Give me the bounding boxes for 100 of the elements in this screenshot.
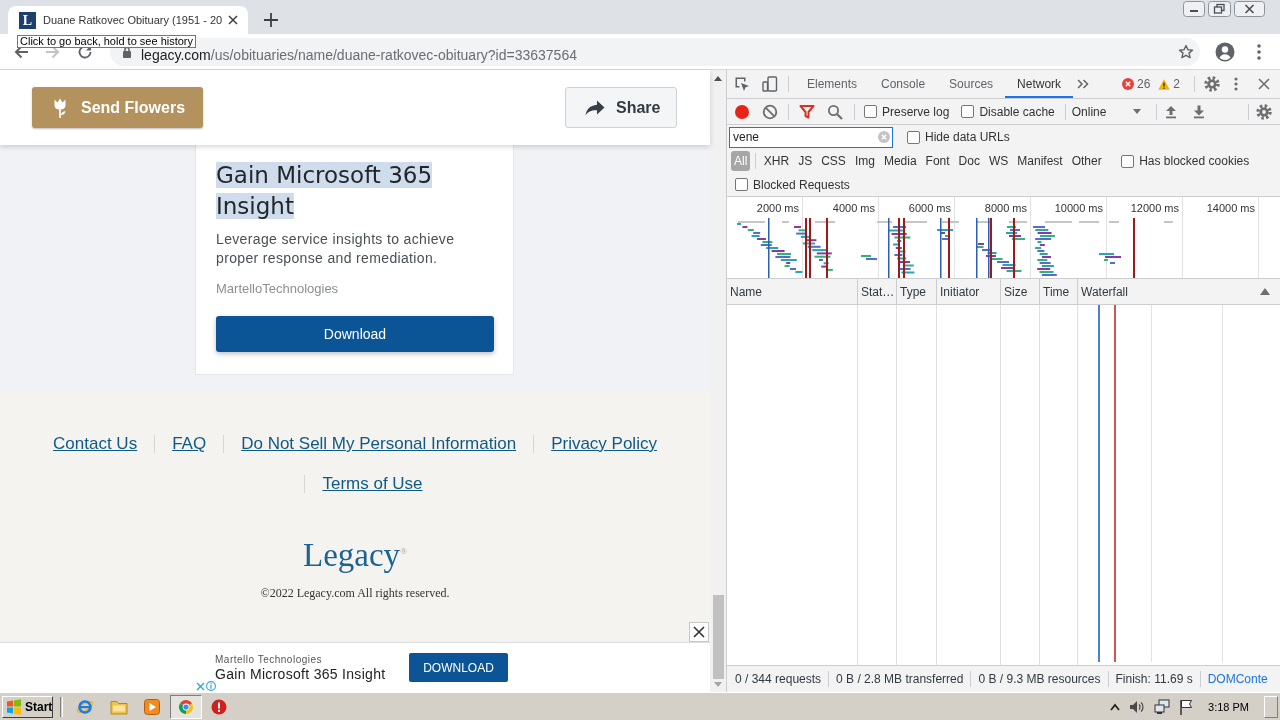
windows-logo-icon — [6, 698, 22, 715]
filter-icon[interactable] — [799, 103, 815, 120]
taskbar-button[interactable] — [169, 694, 202, 719]
time-tick-label: 2000 ms — [756, 202, 799, 214]
checkbox[interactable] — [735, 178, 748, 191]
record-icon[interactable] — [734, 103, 750, 120]
menu-icon[interactable] — [1257, 43, 1261, 60]
time-tick-label: 6000 ms — [908, 202, 951, 214]
checkbox[interactable] — [864, 105, 877, 118]
sort-icon[interactable] — [1260, 288, 1270, 295]
type-filter-button[interactable]: Manifest — [1012, 152, 1068, 170]
error-icon[interactable] — [1121, 78, 1134, 90]
close-ad-button[interactable] — [689, 622, 709, 642]
time-tick-label: 8000 ms — [984, 202, 1027, 214]
alert-icon — [211, 698, 227, 715]
close-icon[interactable] — [1258, 78, 1270, 90]
type-filter-button[interactable]: Media — [879, 152, 922, 170]
checkbox[interactable] — [1121, 154, 1135, 168]
browser-tab[interactable]: L Duane Ratkovec Obituary (1951 - 20 — [8, 6, 248, 34]
time-tick-label: 10000 ms — [1054, 202, 1103, 214]
round-browser-icon — [177, 698, 194, 715]
checkbox-label[interactable]: Blocked Requests — [753, 177, 850, 192]
type-filter-button[interactable]: JS — [793, 152, 817, 170]
ad-sponsor: MartelloTechnologies — [216, 281, 340, 296]
speaker-icon[interactable] — [1129, 699, 1146, 714]
minimize-icon[interactable] — [1183, 1, 1205, 17]
type-filter-button[interactable]: Font — [921, 152, 955, 170]
info-icon[interactable] — [206, 681, 216, 691]
device-icon[interactable] — [762, 76, 778, 92]
close-tab-icon[interactable] — [228, 15, 238, 25]
ad-title: Gain Microsoft 365 Insight — [215, 665, 387, 682]
time-tick-label: 14000 ms — [1206, 202, 1255, 214]
column-header[interactable]: Name — [727, 279, 858, 304]
settings-icon[interactable] — [1256, 103, 1272, 120]
show-desktop-button[interactable] — [1264, 695, 1278, 718]
scrollbar-thumb[interactable] — [712, 595, 724, 679]
share-button[interactable]: Share — [565, 87, 677, 128]
bookmark-star-icon[interactable] — [1178, 43, 1194, 60]
search-icon[interactable] — [827, 103, 843, 120]
lock-icon[interactable] — [121, 45, 133, 58]
download-button[interactable]: Download — [216, 316, 494, 352]
time-tick-label: 4000 ms — [832, 202, 875, 214]
type-filter-button[interactable]: XHR — [759, 152, 794, 170]
footer-link[interactable]: Privacy Policy — [551, 434, 657, 454]
checkbox-label[interactable]: Preserve log — [882, 104, 950, 119]
type-filter-button[interactable]: Doc — [954, 152, 985, 170]
throttling-dropdown[interactable]: Online — [1065, 104, 1144, 119]
more-options-icon[interactable] — [1234, 77, 1238, 91]
more-tabs-icon[interactable] — [1077, 79, 1090, 89]
footer-link[interactable]: Contact Us — [53, 434, 138, 454]
legacy-logo[interactable]: Legacy$^{®}$ — [303, 532, 407, 574]
footer-link[interactable]: Terms of Use — [322, 474, 423, 494]
ad-close-icon[interactable] — [196, 681, 205, 691]
footer-link[interactable]: FAQ — [172, 434, 207, 454]
tray-expand-icon[interactable] — [1110, 702, 1121, 711]
devtools-tab[interactable]: Network — [1005, 70, 1074, 98]
devtools-tab[interactable]: Elements — [795, 70, 870, 98]
clear-icon[interactable] — [762, 103, 778, 120]
devtools-tab[interactable]: Console — [869, 70, 938, 98]
network-icon[interactable] — [1154, 698, 1171, 715]
checkbox[interactable] — [907, 130, 920, 144]
clear-input-icon[interactable] — [878, 131, 890, 143]
status-text: 0 B / 9.3 MB resources — [978, 672, 1101, 686]
column-header[interactable]: Size — [1001, 279, 1040, 304]
warning-count[interactable]: 2 — [1173, 77, 1180, 91]
tooltip: Click to go back, hold to see history — [17, 35, 197, 48]
type-filter-button[interactable]: CSS — [816, 152, 851, 170]
profile-icon[interactable] — [1215, 41, 1235, 62]
inspect-icon[interactable] — [734, 76, 750, 92]
checkbox-label[interactable]: Disable cache — [979, 104, 1055, 119]
flag-icon[interactable] — [1179, 698, 1194, 715]
checkbox-label[interactable]: Hide data URLs — [925, 130, 1010, 144]
copyright-text: ©2022 Legacy.com All rights reserved. — [260, 586, 450, 601]
checkbox-label[interactable]: Has blocked cookies — [1139, 154, 1250, 168]
flower-icon — [53, 97, 67, 118]
close-icon — [693, 626, 705, 638]
type-filter-button[interactable]: Other — [1067, 152, 1107, 170]
type-filter-button[interactable]: WS — [984, 152, 1013, 170]
download-button[interactable]: DOWNLOAD — [409, 653, 508, 682]
column-header[interactable]: Initiator — [937, 279, 1001, 304]
tab-title: Duane Ratkovec Obituary (1951 - 20 — [43, 14, 224, 26]
settings-icon[interactable] — [1204, 76, 1220, 92]
scroll-up-icon[interactable] — [714, 76, 722, 81]
column-header[interactable]: Waterfall — [1078, 279, 1280, 304]
clock-text[interactable]: 3:18 PM — [1208, 700, 1249, 713]
footer-link[interactable]: Do Not Sell My Personal Information — [241, 434, 517, 454]
error-count[interactable]: 26 — [1136, 77, 1151, 91]
type-filter-button[interactable]: Img — [850, 152, 880, 170]
new-tab-icon[interactable] — [264, 13, 278, 27]
start-button[interactable]: Start — [2, 695, 53, 718]
column-header[interactable]: Stat… — [858, 279, 897, 304]
warning-icon[interactable] — [1158, 78, 1171, 90]
devtools-tab[interactable]: Sources — [937, 70, 1006, 98]
column-header[interactable]: Time — [1040, 279, 1078, 304]
checkbox[interactable] — [961, 105, 975, 118]
close-window-icon[interactable] — [1234, 1, 1265, 17]
column-header[interactable]: Type — [897, 279, 937, 304]
restore-icon[interactable] — [1208, 1, 1231, 17]
browser-icon — [76, 697, 94, 716]
filter-field[interactable]: vene — [729, 126, 893, 148]
